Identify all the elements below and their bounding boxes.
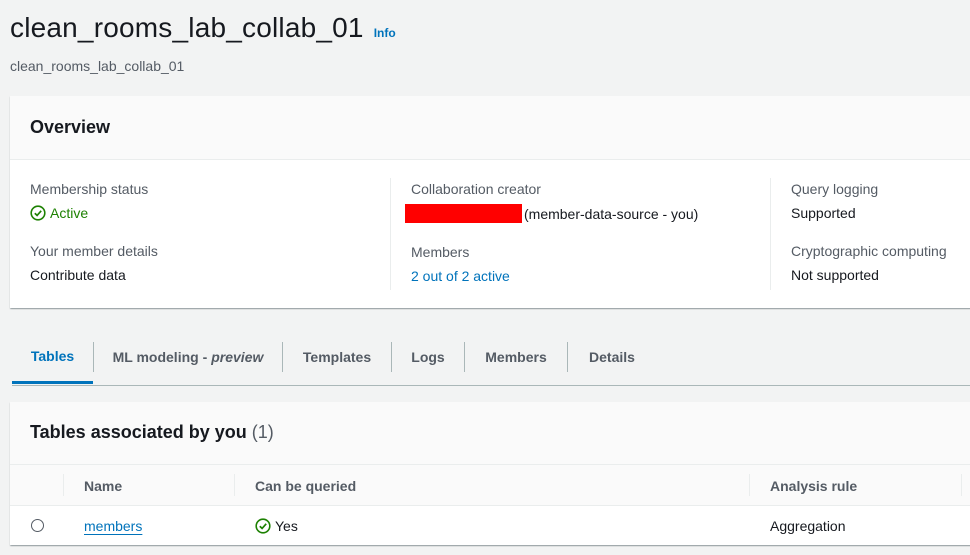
- tables-header: Tables associated by you (1): [10, 402, 970, 465]
- column-header-can-be-queried[interactable]: Can be queried: [255, 478, 356, 494]
- table-row[interactable]: members Yes Aggregation: [10, 506, 970, 545]
- column-divider[interactable]: [234, 474, 235, 496]
- tab-ml-preview-label: preview: [211, 348, 264, 365]
- tab-logs-label: Logs: [411, 348, 445, 365]
- row-name-cell: members: [84, 518, 142, 534]
- query-logging-label: Query logging: [791, 181, 879, 197]
- overview-column-1: Membership status Active Your member det…: [30, 178, 158, 290]
- tables-title: Tables associated by you (1): [30, 422, 274, 443]
- membership-status-text: Active: [50, 205, 89, 221]
- member-details-label: Your member details: [30, 243, 158, 259]
- row-can-be-queried-cell: Yes: [255, 518, 298, 534]
- membership-status-label: Membership status: [30, 181, 149, 197]
- tab-bar: Tables ML modeling - preview Templates L…: [12, 330, 970, 386]
- tab-ml-modeling[interactable]: ML modeling - preview: [94, 330, 282, 383]
- member-details-value: Contribute data: [30, 267, 126, 283]
- members-link[interactable]: 2 out of 2 active: [411, 267, 698, 285]
- can-be-queried-text: Yes: [275, 518, 298, 534]
- tab-tables-label: Tables: [30, 347, 75, 364]
- tables-panel: Tables associated by you (1) Name Can be…: [10, 402, 970, 545]
- overview-column-3: Query logging Supported Cryptographic co…: [770, 178, 947, 290]
- row-select-radio[interactable]: [31, 519, 44, 532]
- table-name-link[interactable]: members: [84, 518, 142, 534]
- members-label: Members: [411, 244, 470, 260]
- tab-members[interactable]: Members: [465, 330, 567, 383]
- column-divider[interactable]: [961, 474, 962, 496]
- tab-tables[interactable]: Tables: [12, 330, 93, 384]
- check-circle-icon: [30, 205, 46, 221]
- crypto-computing-value: Not supported: [791, 267, 879, 283]
- overview-header: Overview: [10, 96, 970, 160]
- membership-status-value: Active: [30, 204, 158, 222]
- redaction-block: [405, 204, 522, 223]
- query-logging-value: Supported: [791, 205, 856, 221]
- check-circle-icon: [255, 518, 271, 534]
- crypto-computing-label: Cryptographic computing: [791, 243, 947, 259]
- overview-panel: Overview Membership status Active Your m…: [10, 96, 970, 308]
- tables-title-text: Tables associated by you: [30, 422, 247, 442]
- tab-logs[interactable]: Logs: [392, 330, 464, 383]
- page-header: clean_rooms_lab_collab_01 Info clean_roo…: [10, 12, 396, 74]
- creator-suffix: (member-data-source - you): [524, 205, 699, 222]
- info-link[interactable]: Info: [374, 26, 396, 40]
- tab-details-label: Details: [589, 348, 635, 365]
- page-subtitle: clean_rooms_lab_collab_01: [10, 58, 185, 74]
- column-header-name[interactable]: Name: [84, 478, 122, 494]
- overview-column-2: Collaboration creator (member-data-sourc…: [390, 178, 698, 290]
- tab-ml-modeling-label: ML modeling -: [112, 348, 208, 365]
- column-divider[interactable]: [749, 474, 750, 496]
- overview-title: Overview: [30, 117, 111, 137]
- tab-templates-label: Templates: [302, 348, 372, 365]
- creator-value: (member-data-source - you): [405, 204, 699, 223]
- tables-count: (1): [251, 422, 274, 442]
- row-analysis-rule-cell: Aggregation: [770, 518, 846, 534]
- creator-label: Collaboration creator: [411, 181, 541, 197]
- page-title: clean_rooms_lab_collab_01: [10, 12, 364, 43]
- column-header-analysis-rule[interactable]: Analysis rule: [770, 478, 857, 494]
- column-divider: [63, 474, 64, 496]
- tab-details[interactable]: Details: [568, 330, 656, 383]
- tab-templates[interactable]: Templates: [283, 330, 391, 383]
- table-header-row: Name Can be queried Analysis rule: [10, 465, 970, 506]
- tab-members-label: Members: [485, 348, 547, 365]
